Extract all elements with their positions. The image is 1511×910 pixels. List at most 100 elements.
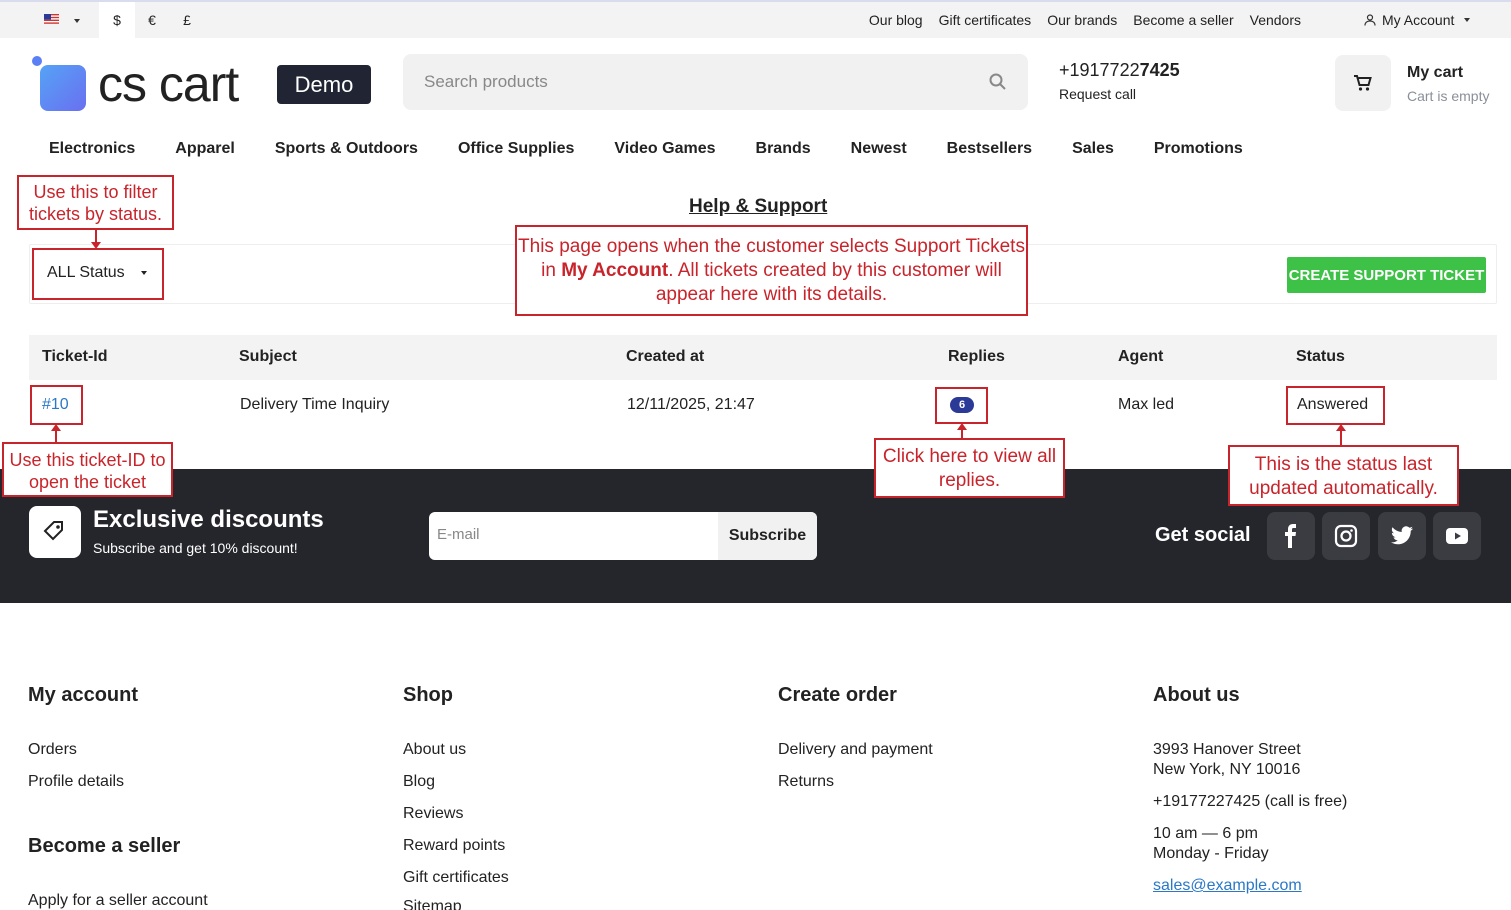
nav-office-supplies[interactable]: Office Supplies (438, 140, 594, 164)
search-icon[interactable] (988, 72, 1008, 92)
logo-square (40, 65, 86, 111)
instagram-icon (1334, 524, 1358, 548)
nav-video-games[interactable]: Video Games (594, 140, 735, 164)
annotation-status-highlight (1286, 386, 1385, 425)
footer-hours-line2: Monday - Friday (1153, 845, 1269, 862)
nav-sports-outdoors[interactable]: Sports & Outdoors (255, 140, 438, 164)
annotation-replies: Click here to view all replies. (874, 438, 1065, 498)
instagram-button[interactable] (1322, 512, 1370, 560)
email-input[interactable] (437, 526, 707, 543)
cart-info[interactable]: My cart Cart is empty (1407, 64, 1489, 104)
create-support-ticket-button[interactable]: CREATE SUPPORT TICKET (1287, 257, 1486, 293)
footer-link-profile-details[interactable]: Profile details (28, 773, 124, 791)
subscribe-button[interactable]: Subscribe (718, 512, 817, 560)
my-account-menu[interactable]: My Account (1364, 2, 1471, 38)
link-become-seller[interactable]: Become a seller (1133, 12, 1233, 28)
link-our-blog[interactable]: Our blog (869, 12, 923, 28)
nav-apparel[interactable]: Apparel (155, 140, 255, 164)
exclusive-discounts-title: Exclusive discounts (93, 506, 324, 533)
twitter-button[interactable] (1378, 512, 1426, 560)
footer-email-link[interactable]: sales@example.com (1153, 877, 1302, 895)
youtube-icon (1446, 528, 1468, 544)
footer-become-seller-title: Become a seller (28, 835, 181, 857)
my-account-label: My Account (1382, 12, 1455, 28)
cart-title: My cart (1407, 64, 1464, 81)
footer-link-reward-points[interactable]: Reward points (403, 837, 505, 855)
facebook-icon (1285, 524, 1296, 548)
footer-link-returns[interactable]: Returns (778, 773, 834, 791)
col-created-at: Created at (626, 348, 705, 365)
annotation-filter-highlight (32, 248, 164, 300)
page-title: Help & Support (689, 196, 828, 217)
footer-link-sitemap[interactable]: Sitemap (403, 898, 462, 910)
request-call-link[interactable]: Request call (1059, 86, 1180, 102)
col-agent: Agent (1118, 348, 1164, 365)
search-bar (403, 54, 1028, 110)
user-icon (1364, 14, 1376, 26)
chevron-down-icon (1464, 18, 1471, 22)
annotation-ticket: Use this ticket-ID to open the ticket (2, 442, 173, 497)
footer-link-about-us[interactable]: About us (403, 741, 466, 759)
footer-link-delivery-payment[interactable]: Delivery and payment (778, 741, 933, 759)
footer-link-apply-seller[interactable]: Apply for a seller account (28, 892, 208, 910)
currency-eur[interactable]: € (134, 2, 170, 38)
language-dropdown-caret-icon[interactable] (74, 19, 80, 23)
nav-promotions[interactable]: Promotions (1134, 140, 1263, 164)
link-vendors[interactable]: Vendors (1250, 12, 1301, 28)
annotation-filter-arrow (91, 230, 101, 249)
exclusive-discounts-subtitle: Subscribe and get 10% discount! (93, 540, 298, 556)
footer-about-title: About us (1153, 684, 1240, 706)
annotation-ticket-highlight (30, 385, 83, 425)
ticket-created-at: 12/11/2025, 21:47 (627, 396, 755, 413)
currency-gbp[interactable]: £ (169, 2, 205, 38)
ticket-subject: Delivery Time Inquiry (240, 396, 390, 413)
phone-number[interactable]: +19177227425 (1059, 60, 1180, 81)
nav-brands[interactable]: Brands (736, 140, 831, 164)
col-ticket-id: Ticket-Id (42, 348, 108, 365)
top-bar: $ € £ Our blog Gift certificates Our bra… (0, 0, 1511, 38)
col-replies: Replies (948, 348, 1005, 365)
link-gift-certificates[interactable]: Gift certificates (939, 12, 1032, 28)
ticket-agent: Max led (1118, 396, 1175, 413)
cart-status: Cart is empty (1407, 88, 1490, 104)
annotation-status: This is the status last updated automati… (1228, 445, 1459, 506)
footer-my-account-title: My account (28, 684, 139, 706)
currency-usd[interactable]: $ (99, 2, 135, 38)
main-nav: Electronics Apparel Sports & Outdoors Of… (29, 140, 1263, 164)
twitter-icon (1391, 526, 1413, 545)
discount-tag-box (29, 506, 81, 558)
footer-shop-title: Shop (403, 684, 453, 706)
footer-link-blog[interactable]: Blog (403, 773, 435, 791)
nav-bestsellers[interactable]: Bestsellers (927, 140, 1052, 164)
footer-create-order-title: Create order (778, 684, 897, 706)
us-flag-icon[interactable] (44, 14, 59, 24)
logo-dot (32, 56, 42, 66)
footer-link-gift-certificates[interactable]: Gift certificates (403, 869, 509, 887)
annotation-filter: Use this to filter tickets by status. (17, 175, 174, 230)
annotation-ticket-arrow (51, 424, 61, 442)
cart-icon (1354, 75, 1372, 91)
phone-block: +19177227425 Request call (1059, 60, 1180, 102)
footer-hours-line1: 10 am — 6 pm (1153, 825, 1258, 842)
get-social-title: Get social (1155, 524, 1251, 546)
logo[interactable]: cs cart Demo (30, 54, 375, 112)
search-input[interactable] (424, 70, 964, 94)
tag-icon (43, 521, 63, 541)
footer-phone: +19177227425 (call is free) (1153, 793, 1348, 810)
cart-button[interactable] (1335, 55, 1391, 111)
logo-text: cs cart (98, 56, 239, 112)
nav-sales[interactable]: Sales (1052, 140, 1134, 164)
footer-link-reviews[interactable]: Reviews (403, 805, 463, 823)
facebook-button[interactable] (1267, 512, 1315, 560)
footer-address-line2: New York, NY 10016 (1153, 761, 1301, 778)
logo-demo-badge: Demo (277, 65, 371, 104)
annotation-replies-arrow (957, 423, 967, 438)
col-status: Status (1296, 348, 1345, 365)
link-our-brands[interactable]: Our brands (1047, 12, 1117, 28)
nav-electronics[interactable]: Electronics (29, 140, 155, 164)
footer-link-orders[interactable]: Orders (28, 741, 77, 759)
nav-newest[interactable]: Newest (831, 140, 927, 164)
annotation-replies-highlight (935, 387, 988, 424)
annotation-page-info: This page opens when the customer select… (515, 225, 1028, 316)
youtube-button[interactable] (1433, 512, 1481, 560)
